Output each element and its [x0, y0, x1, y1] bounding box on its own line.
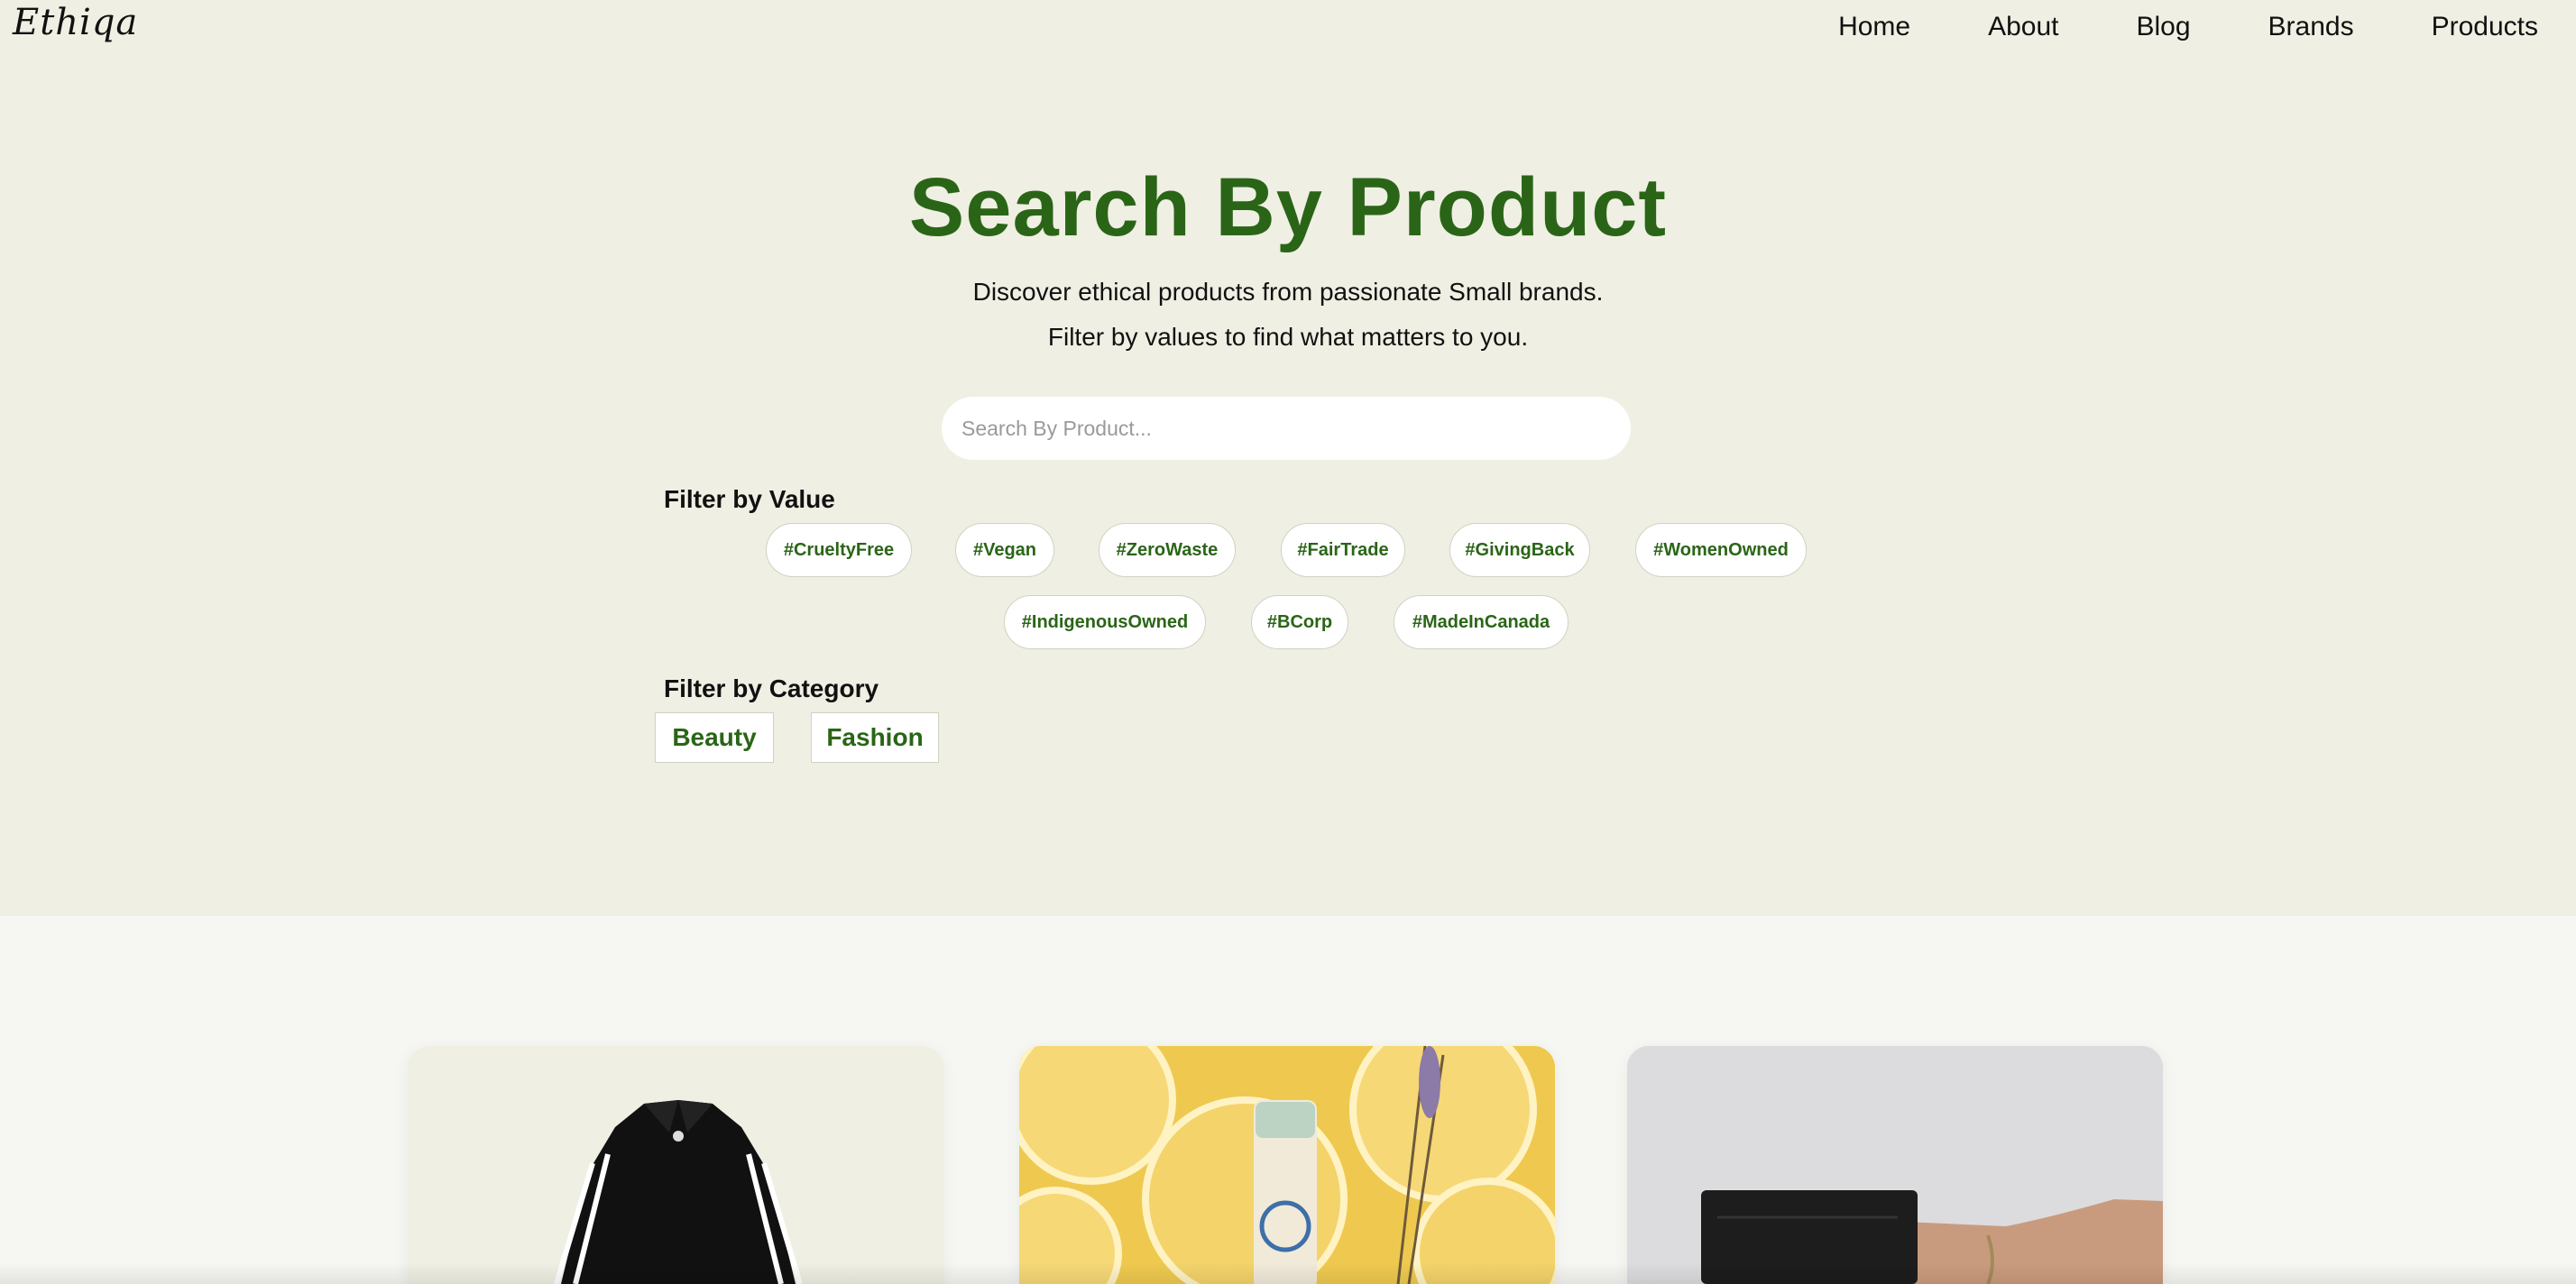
category-fashion-button[interactable]: Fashion: [811, 712, 939, 763]
cardholder-image: [1627, 1046, 2163, 1284]
value-chip-givingback[interactable]: #GivingBack: [1449, 523, 1590, 577]
jacket-image: [554, 1100, 803, 1284]
lip-balm-image: [1019, 1046, 1555, 1284]
hero-subtitle-line2: Filter by values to find what matters to…: [1047, 323, 1529, 351]
value-chip-womenowned[interactable]: #WomenOwned: [1635, 523, 1807, 577]
value-chip-madeincanada[interactable]: #MadeInCanada: [1394, 595, 1569, 649]
bottom-shadow: [0, 1262, 2576, 1284]
value-chip-fairtrade[interactable]: #FairTrade: [1281, 523, 1405, 577]
product-card-lip-balm[interactable]: [1019, 1046, 1555, 1284]
value-chip-crueltyfree[interactable]: #CrueltyFree: [766, 523, 912, 577]
search-input[interactable]: [942, 397, 1631, 460]
brand-logo[interactable]: Ethiqa: [13, 2, 138, 43]
product-card-cardholder[interactable]: [1627, 1046, 2163, 1284]
filter-by-value-label: Filter by Value: [664, 485, 835, 513]
nav-products[interactable]: Products: [2432, 9, 2538, 45]
filter-by-category-label: Filter by Category: [664, 674, 879, 702]
value-chip-indigenousowned[interactable]: #IndigenousOwned: [1004, 595, 1206, 649]
product-card-jacket[interactable]: [408, 1046, 943, 1284]
value-chip-zerowaste[interactable]: #ZeroWaste: [1099, 523, 1236, 577]
nav-home[interactable]: Home: [1838, 9, 1910, 45]
hero-section: Ethiqa Home About Blog Brands Products S…: [0, 0, 2576, 916]
page-title: Search By Product: [908, 161, 1668, 253]
hero-subtitle-line1: Discover ethical products from passionat…: [972, 278, 1604, 306]
value-chip-bcorp[interactable]: #BCorp: [1251, 595, 1348, 649]
nav-about[interactable]: About: [1988, 9, 2058, 45]
main-nav: Home About Blog Brands Products: [1761, 9, 2538, 45]
value-chip-vegan[interactable]: #Vegan: [955, 523, 1054, 577]
nav-brands[interactable]: Brands: [2268, 9, 2354, 45]
category-beauty-button[interactable]: Beauty: [655, 712, 774, 763]
nav-blog[interactable]: Blog: [2137, 9, 2191, 45]
